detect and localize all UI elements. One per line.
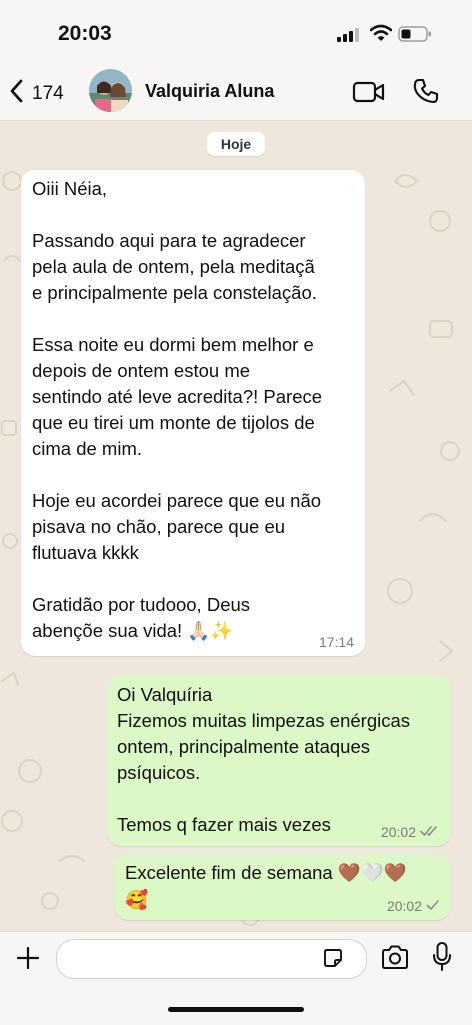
avatar[interactable] [89,69,132,112]
message-meta: 17:14 [319,634,354,650]
message-line: psíquicos. [117,762,201,783]
contact-name[interactable]: Valquiria Aluna [145,81,274,102]
unread-count: 174 [32,82,64,104]
message-line: pisava no chão, parece que eu [32,516,286,537]
message-line: Fizemos muitas limpezas enérgicas [117,710,411,731]
back-button[interactable]: 174 [8,78,64,109]
message-meta: 20:02 [381,824,440,840]
video-camera-icon[interactable] [352,80,386,109]
message-line: sentindo até leve acredita?! Parece [32,386,323,407]
microphone-icon[interactable] [432,941,452,978]
message-input[interactable] [56,939,367,979]
message-line [32,462,322,488]
message-line: flutuava kkkk [32,542,139,563]
incoming-message[interactable]: Oiii Néia, Passando aqui para te agradec… [21,170,365,656]
chat-header: 174 Valquiria Aluna [0,64,472,121]
message-line [32,306,322,332]
message-line: depois de ontem estou me [32,360,251,381]
wifi-icon [369,24,393,47]
plus-icon[interactable] [16,946,40,975]
outgoing-message[interactable]: Excelente fim de semana 🤎🤍🤎 🥰 20:02 [114,854,451,920]
message-line: que eu tirei um monte de tijolos de [32,412,315,433]
message-line: Oiii Néia, [32,178,108,199]
message-line: abençõe sua vida! 🙏🏻✨ [32,620,234,641]
message-meta: 20:02 [387,898,440,914]
message-line: Hoje eu acordei parece que eu não [32,490,322,511]
message-line [32,202,322,228]
message-time: 20:02 [386,898,422,914]
message-line: cima de mim. [32,438,142,459]
composer-bar [0,931,472,1025]
phone-icon[interactable] [412,77,440,110]
signal-bars-icon [337,28,361,47]
message-line: Gratidão por tudooo, Deus [32,594,251,615]
message-line [117,786,410,812]
message-line: Oi Valquíria [117,684,213,705]
battery-icon [398,26,432,47]
single-check-icon [426,898,440,914]
message-line: Temos q fazer mais vezes [117,814,331,835]
date-divider: Hoje [207,132,265,156]
double-check-icon [420,824,440,840]
message-line: Excelente fim de semana 🤎🤍🤎 [125,862,407,883]
message-line: e principalmente pela constelação. [32,282,317,303]
outgoing-message[interactable]: Oi Valquíria Fizemos muitas limpezas enér… [107,676,451,846]
message-line: 🥰 [125,889,149,910]
message-text: Oi Valquíria Fizemos muitas limpezas enér… [117,682,410,838]
status-time: 20:03 [58,22,112,45]
camera-icon[interactable] [380,944,410,975]
message-line: pela aula de ontem, pela meditaçã [32,256,315,277]
status-bar: 20:03 [0,0,472,64]
message-line: Passando aqui para te agradecer [32,230,306,251]
message-text: Excelente fim de semana 🤎🤍🤎 🥰 [125,859,407,913]
chat-area[interactable]: Hoje Oiii Néia, Passando aqui para te ag… [0,121,472,931]
chevron-left-icon [8,78,26,109]
sticker-icon[interactable] [322,947,344,974]
message-line: Essa noite eu dormi bem melhor e [32,334,314,355]
home-indicator [168,1007,304,1012]
message-time: 20:02 [380,824,416,840]
message-time: 17:14 [318,634,354,650]
message-line: ontem, principalmente ataques [117,736,370,757]
message-line [32,566,322,592]
message-text: Oiii Néia, Passando aqui para te agradec… [32,176,322,644]
